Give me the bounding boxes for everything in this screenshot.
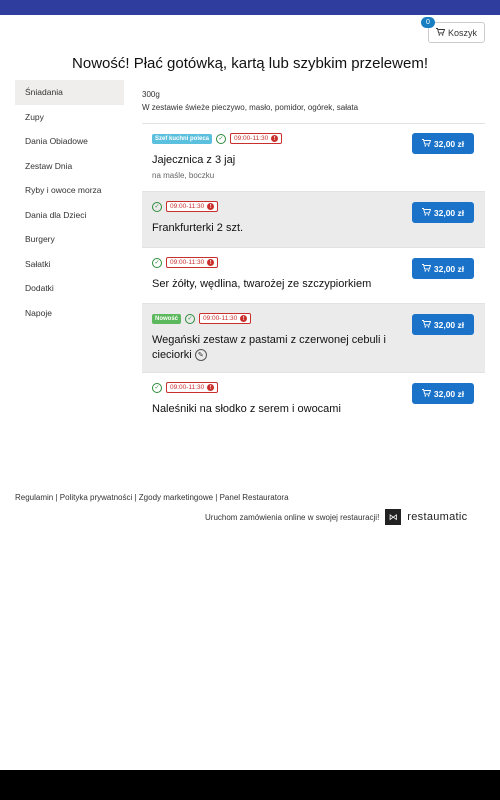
cart-icon [421,263,432,274]
item-name: Frankfurterki 2 szt. [152,222,244,234]
footer-link-privacy[interactable]: Polityka prywatności [60,493,132,502]
price-label: 32,00 zł [433,388,465,399]
page-headline: Nowość! Płać gotówką, kartą lub szybkim … [72,55,428,72]
time-text: 09:00-11:30 [170,203,205,210]
item-name: Wegański zestaw z pastami z czerwonej ce… [152,333,402,363]
sidebar-item-zupy[interactable]: Zupy [15,105,124,130]
check-circle-icon: ✓ [152,257,162,268]
chef-recommends-badge: Szef kuchni poleca [152,133,213,144]
item-name: Ser żółty, wędlina, twarożej ze szczypio… [152,278,372,290]
sidebar-item-ryby[interactable]: Ryby i owoce morza [15,178,124,203]
time-badge: 09:00-11:30 ! [166,257,219,268]
time-badge: 09:00-11:30 ! [230,133,283,144]
top-bar [0,0,500,15]
item-name: Naleśniki na słodko z serem i owocami [152,403,341,415]
price-label: 32,00 zł [433,138,465,149]
add-to-cart-button[interactable]: 32,00 zł [412,383,474,404]
footer-link-panel[interactable]: Panel Restauratora [220,493,289,502]
item-name: Jajecznica z 3 jaj [152,154,236,166]
time-badge: 09:00-11:30 ! [166,201,219,212]
footer-link-marketing[interactable]: Zgody marketingowe [139,493,213,502]
pencil-icon[interactable]: ✎ [194,349,207,362]
price-label: 32,00 zł [433,207,465,218]
restaumatic-logo-icon: ⋈ [385,509,402,525]
time-text: 09:00-11:30 [170,259,205,266]
brand-logo-text[interactable]: restaumatic [407,511,467,523]
new-badge: Nowość [152,313,182,324]
cart-count-badge: 0 [421,17,435,28]
exclamation-icon: ! [207,203,215,210]
menu-item[interactable]: ✓ 09:00-11:30 ! Naleśniki na słodko z se… [142,372,485,428]
check-circle-icon: ✓ [152,382,162,393]
time-text: 09:00-11:30 [170,384,205,391]
check-circle-icon: ✓ [152,201,162,212]
exclamation-icon: ! [207,259,215,266]
footer-promo: Uruchom zamówienia online w swojej resta… [205,509,467,525]
exclamation-icon: ! [240,315,248,322]
sidebar-item-salatki[interactable]: Sałatki [15,252,124,277]
sidebar-item-burgery[interactable]: Burgery [15,227,124,252]
menu-item[interactable]: Nowość ✓ 09:00-11:30 ! Wegański zestaw z… [142,303,485,372]
menu-item[interactable]: Szef kuchni poleca ✓ 09:00-11:30 ! Jajec… [142,123,485,191]
cart-icon [421,319,432,330]
sidebar-item-dania-obiadowe[interactable]: Dania Obiadowe [15,129,124,154]
cart-button[interactable]: Koszyk [428,22,485,43]
cart-icon [435,27,446,38]
cart-label: Koszyk [447,27,477,38]
sidebar-item-sniadania[interactable]: Śniadania [15,80,124,105]
cart-icon [421,138,432,149]
item-subtitle: na maśle, boczku [152,171,215,180]
bottom-bar [0,770,500,800]
cart-icon [421,388,432,399]
cart-icon [421,207,432,218]
exclamation-icon: ! [271,135,279,142]
category-description: W zestawie świeże pieczywo, masło, pomid… [142,103,359,112]
time-badge: 09:00-11:30 ! [166,382,219,393]
category-weight: 300g [142,90,160,99]
add-to-cart-button[interactable]: 32,00 zł [412,133,474,154]
price-label: 32,00 zł [433,319,465,330]
time-text: 09:00-11:30 [234,135,269,142]
item-name-text: Wegański zestaw z pastami z czerwonej ce… [152,334,386,361]
promo-text[interactable]: Uruchom zamówienia online w swojej resta… [205,513,379,522]
exclamation-icon: ! [207,384,215,391]
time-badge: 09:00-11:30 ! [199,313,252,324]
add-to-cart-button[interactable]: 32,00 zł [412,202,474,223]
footer-link-regulamin[interactable]: Regulamin [15,493,53,502]
time-text: 09:00-11:30 [203,315,238,322]
add-to-cart-button[interactable]: 32,00 zł [412,314,474,335]
footer-links: Regulamin | Polityka prywatności | Zgody… [15,493,289,502]
category-sidebar: Śniadania Zupy Dania Obiadowe Zestaw Dni… [15,80,124,325]
sidebar-item-dania-dla-dzieci[interactable]: Dania dla Dzieci [15,203,124,228]
menu-item[interactable]: ✓ 09:00-11:30 ! Frankfurterki 2 szt. 32,… [142,191,485,247]
menu-item[interactable]: ✓ 09:00-11:30 ! Ser żółty, wędlina, twar… [142,247,485,303]
check-circle-icon: ✓ [216,133,227,144]
sidebar-item-dodatki[interactable]: Dodatki [15,276,124,301]
check-circle-icon: ✓ [185,313,196,324]
sidebar-item-zestaw-dnia[interactable]: Zestaw Dnia [15,154,124,179]
sidebar-item-napoje[interactable]: Napoje [15,301,124,326]
price-label: 32,00 zł [433,263,465,274]
category-info: 300g W zestawie świeże pieczywo, masło, … [142,88,485,114]
add-to-cart-button[interactable]: 32,00 zł [412,258,474,279]
